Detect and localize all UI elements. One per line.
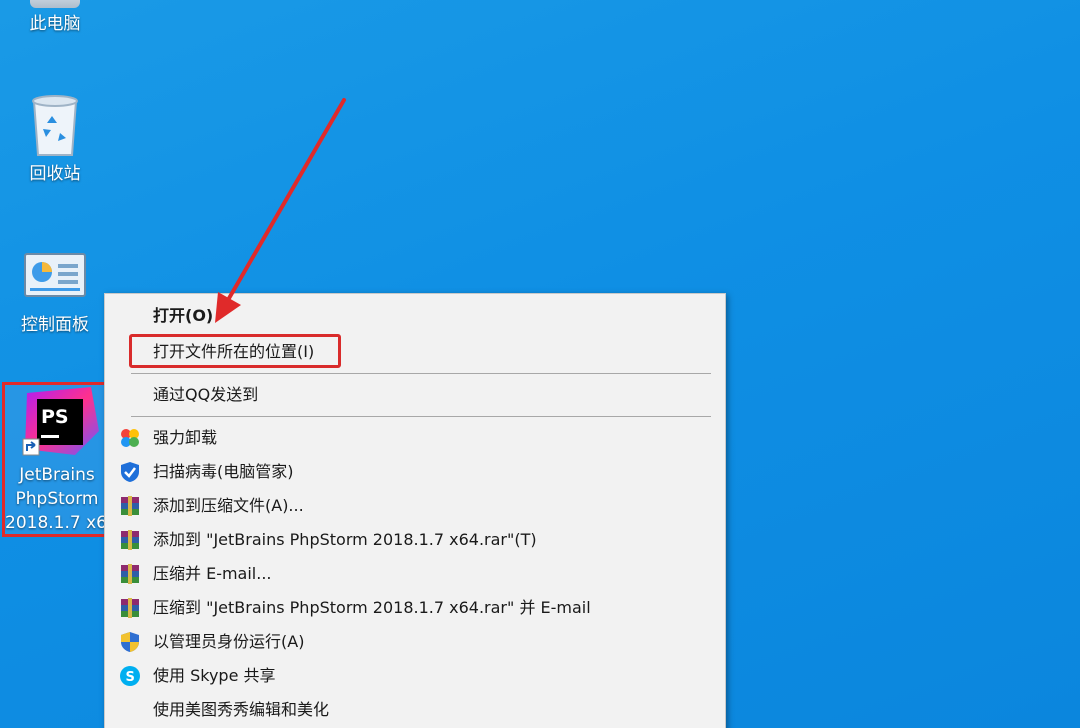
shield-check-icon <box>121 462 139 482</box>
phpstorm-shortcut-icon[interactable]: PS JetBrains PhpStorm 2018.1.7 x64 <box>2 382 112 537</box>
phpstorm-label-line-3: 2018.1.7 x64 <box>5 513 109 533</box>
this-pc-label: 此电脑 <box>29 14 81 34</box>
menu-item-label: 扫描病毒(电脑管家) <box>153 462 294 481</box>
menu-item-label: 以管理员身份运行(A) <box>153 632 305 651</box>
recycle-bin-label: 回收站 <box>29 164 81 184</box>
menu-item-label: 添加到压缩文件(A)... <box>153 496 304 515</box>
this-pc-desktop-icon[interactable]: 此电脑 <box>0 0 110 36</box>
menu-item-add-to-archive[interactable]: 添加到压缩文件(A)... <box>105 489 725 523</box>
menu-item-label: 压缩到 "JetBrains PhpStorm 2018.1.7 x64.rar… <box>153 598 591 617</box>
svg-text:PS: PS <box>41 406 69 428</box>
control-panel-icon <box>24 253 86 297</box>
computer-icon <box>30 0 80 8</box>
control-panel-desktop-icon[interactable]: 控制面板 <box>0 250 110 337</box>
menu-item-meitu-edit[interactable]: 使用美图秀秀编辑和美化 <box>105 693 725 727</box>
menu-separator <box>131 373 711 374</box>
menu-item-force-uninstall[interactable]: 强力卸载 <box>105 421 725 455</box>
control-panel-label: 控制面板 <box>21 315 89 335</box>
winrar-books-icon <box>121 530 139 550</box>
annotation-highlight-box <box>129 334 341 368</box>
phpstorm-logo-icon: PS <box>22 387 99 456</box>
winrar-books-icon <box>121 598 139 618</box>
phpstorm-label-line-1: JetBrains <box>19 465 95 485</box>
desktop: 此电脑 回收站 控制面板 PS JetBrains PhpStorm 2018.… <box>0 0 1080 728</box>
menu-item-label: 添加到 "JetBrains PhpStorm 2018.1.7 x64.rar… <box>153 530 537 549</box>
colorful-petal-icon <box>121 429 139 447</box>
menu-separator <box>131 416 711 417</box>
uac-shield-icon <box>121 632 139 652</box>
menu-item-compress-email[interactable]: 压缩并 E-mail... <box>105 557 725 591</box>
menu-item-label: 通过QQ发送到 <box>153 385 259 404</box>
menu-item-send-via-qq[interactable]: 通过QQ发送到 <box>105 378 725 412</box>
menu-item-open[interactable]: 打开(O) <box>105 299 725 333</box>
winrar-books-icon <box>121 564 139 584</box>
menu-item-virus-scan[interactable]: 扫描病毒(电脑管家) <box>105 455 725 489</box>
menu-item-label: 使用美图秀秀编辑和美化 <box>153 700 330 719</box>
menu-item-compress-rar-email[interactable]: 压缩到 "JetBrains PhpStorm 2018.1.7 x64.rar… <box>105 591 725 625</box>
menu-item-run-as-admin[interactable]: 以管理员身份运行(A) <box>105 625 725 659</box>
winrar-books-icon <box>121 496 139 516</box>
menu-item-label: 打开(O) <box>153 306 214 325</box>
menu-item-label: 压缩并 E-mail... <box>153 564 272 583</box>
phpstorm-label-line-2: PhpStorm <box>15 489 99 509</box>
menu-item-label: 强力卸载 <box>153 428 218 447</box>
skype-icon: S <box>120 666 140 686</box>
menu-item-add-to-rar[interactable]: 添加到 "JetBrains PhpStorm 2018.1.7 x64.rar… <box>105 523 725 557</box>
menu-item-label: 使用 Skype 共享 <box>153 666 276 685</box>
recycle-bin-desktop-icon[interactable]: 回收站 <box>0 93 110 186</box>
recycle-bin-icon <box>32 95 78 156</box>
phpstorm-label: JetBrains PhpStorm 2018.1.7 x64 <box>5 463 109 535</box>
context-menu: 打开(O) 打开文件所在的位置(I) 通过QQ发送到 强力卸载 扫描病毒(电脑管… <box>104 293 726 728</box>
svg-text:S: S <box>126 670 135 685</box>
menu-item-skype-share[interactable]: S 使用 Skype 共享 <box>105 659 725 693</box>
